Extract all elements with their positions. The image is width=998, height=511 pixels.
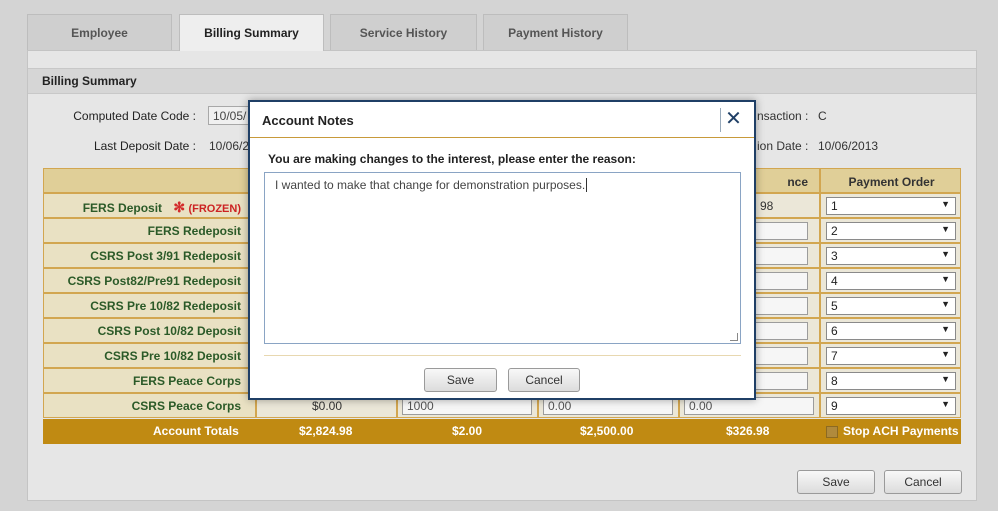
dialog-prompt: You are making changes to the interest, … xyxy=(268,152,636,166)
reason-textarea[interactable]: I wanted to make that change for demonst… xyxy=(264,172,741,344)
dialog-header: Account Notes ✕ xyxy=(250,102,754,138)
close-icon[interactable]: ✕ xyxy=(720,108,746,132)
dialog-save-button[interactable]: Save xyxy=(424,368,497,392)
resize-grip-icon[interactable] xyxy=(730,333,738,341)
dialog-title: Account Notes xyxy=(262,113,354,128)
account-notes-dialog: Account Notes ✕ You are making changes t… xyxy=(248,100,756,400)
dialog-cancel-button[interactable]: Cancel xyxy=(508,368,580,392)
tab-billing-summary[interactable]: Billing Summary xyxy=(179,14,324,51)
dialog-divider xyxy=(264,355,741,356)
reason-text: I wanted to make that change for demonst… xyxy=(275,178,586,192)
